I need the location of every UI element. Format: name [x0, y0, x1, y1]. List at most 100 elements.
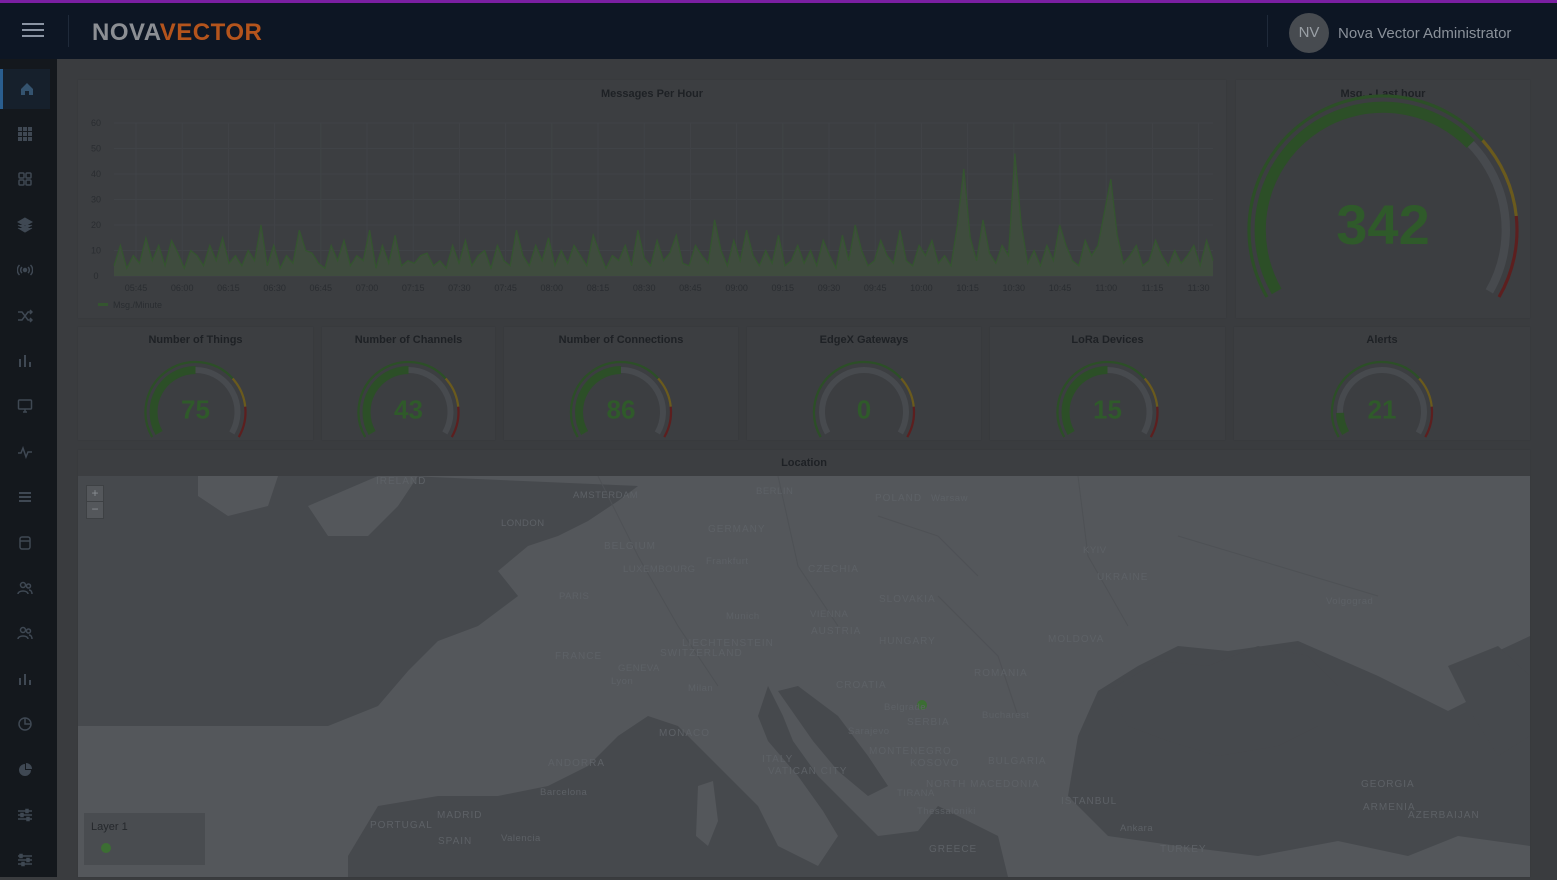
sidebar [0, 59, 57, 877]
x-tick-label: 08:00 [541, 283, 564, 293]
map-label-ukraine: UKRAINE [1097, 572, 1149, 583]
map-label-portugal: PORTUGAL [370, 820, 433, 831]
monitor-icon [17, 399, 33, 413]
messages-chart[interactable]: 0 10 20 30 40 50 60 05:45 06:00 06:15 06:30 06:45 07… [78, 80, 1226, 318]
x-tick-label: 07:45 [494, 283, 517, 293]
sidebar-item-settings-sliders[interactable] [0, 840, 50, 880]
zoom-out-button[interactable]: − [86, 501, 104, 519]
apps-icon [18, 172, 32, 186]
avatar[interactable]: NV [1289, 13, 1329, 53]
map-label-switzerland: SWITZERLAND [660, 648, 743, 659]
home-icon [20, 83, 33, 95]
sidebar-item-sliders[interactable] [0, 795, 50, 835]
map-label-ireland: IRELAND [376, 476, 427, 487]
user-name[interactable]: Nova Vector Administrator [1338, 25, 1511, 42]
sidebar-item-user-group[interactable] [0, 613, 50, 653]
sliders-icon [18, 808, 32, 822]
x-tick-label: 10:15 [956, 283, 979, 293]
stats-icon [19, 674, 31, 685]
map-label-north-macedonia: NORTH MACEDONIA [926, 779, 1040, 790]
stat-gauge: 86 [569, 360, 673, 438]
map-label-madrid: MADRID [437, 810, 483, 821]
layer-label: Layer 1 [91, 821, 128, 833]
y-tick-label: 10 [91, 246, 101, 256]
map-label-hungary: HUNGARY [879, 636, 936, 647]
sidebar-item-home[interactable] [0, 69, 50, 109]
stat-card: Number of Connections 86 [504, 327, 738, 440]
sidebar-item-activity[interactable] [0, 432, 50, 472]
map-label-frankfurt: Frankfurt [706, 556, 749, 567]
logo[interactable]: NOVAVECTOR [92, 19, 262, 47]
pie-outline-icon [18, 717, 32, 731]
stat-gauge: 21 [1330, 360, 1434, 438]
stat-card: LoRa Devices 15 [990, 327, 1225, 440]
map-label-sarajevo: Sarajevo [848, 726, 890, 737]
bar-chart-icon [19, 355, 31, 367]
map-label-kosovo: KOSOVO [910, 758, 960, 769]
map-label-geneva: GENEVA [618, 663, 660, 674]
divider [1267, 15, 1268, 47]
x-tick-label: 08:15 [587, 283, 610, 293]
settings-sliders-icon [18, 853, 32, 867]
y-tick-label: 60 [91, 118, 101, 128]
map-label-romania: ROMANIA [974, 668, 1028, 679]
x-tick-label: 09:45 [864, 283, 887, 293]
stat-gauge: 75 [144, 360, 247, 438]
sidebar-item-grid[interactable] [0, 114, 50, 154]
sidebar-item-database[interactable] [0, 523, 50, 563]
legend-swatch [98, 303, 108, 306]
users-icon [17, 581, 33, 595]
stat-card: Alerts 21 [1234, 327, 1530, 440]
gauge-value: 75 [181, 395, 210, 425]
sidebar-item-shuffle[interactable] [0, 296, 50, 336]
x-tick-label: 10:45 [1049, 283, 1072, 293]
sidebar-item-list[interactable] [0, 477, 50, 517]
map-label-georgia: GEORGIA [1361, 779, 1415, 790]
stat-gauge: 43 [357, 360, 460, 438]
layer-marker-icon [101, 843, 111, 853]
map-label-france: FRANCE [555, 651, 603, 662]
map-label-czechia: CZECHIA [808, 564, 859, 575]
map-label-austria: AUSTRIA [811, 626, 862, 637]
x-tick-label: 06:30 [263, 283, 286, 293]
y-tick-label: 40 [91, 169, 101, 179]
x-tick-label: 09:30 [818, 283, 841, 293]
sidebar-item-stats[interactable] [0, 659, 50, 699]
map-label-barcelona: Barcelona [540, 787, 588, 798]
top-bar: NOVAVECTOR NV Nova Vector Administrator [0, 0, 1557, 59]
sidebar-item-bar-chart[interactable] [0, 341, 50, 381]
map-label-valencia: Valencia [501, 833, 541, 844]
menu-icon[interactable] [22, 23, 44, 39]
x-tick-label: 09:15 [772, 283, 795, 293]
user-group-icon [17, 626, 33, 640]
map-label-paris: PARIS [559, 591, 590, 602]
shuffle-icon [18, 309, 33, 323]
map-label-spain: SPAIN [438, 836, 473, 847]
map-label-luxembourg: LUXEMBOURG [623, 564, 696, 575]
map-label-milan: Milan [688, 683, 714, 694]
sidebar-item-users[interactable] [0, 568, 50, 608]
map-label-vienna: VIENNA [810, 609, 849, 620]
sidebar-item-monitor[interactable] [0, 386, 50, 426]
gauge-value: 21 [1368, 395, 1397, 425]
sidebar-item-broadcast[interactable] [0, 250, 50, 290]
map-layer-legend[interactable]: Layer 1 [84, 813, 205, 865]
location-map[interactable]: IRELAND LONDON AMSTERDAM BERLIN POLAND Warsaw… [78, 476, 1530, 877]
sidebar-item-pie-chart[interactable] [0, 750, 50, 790]
x-tick-label: 10:00 [910, 283, 933, 293]
sidebar-item-apps[interactable] [0, 159, 50, 199]
y-tick-label: 0 [93, 271, 98, 281]
sidebar-item-layers[interactable] [0, 205, 50, 245]
database-icon [19, 536, 31, 550]
sidebar-item-pie-outline[interactable] [0, 704, 50, 744]
series-area [114, 153, 1213, 276]
map-label-belgrade: Belgrade [884, 702, 927, 713]
main-content: Messages Per Hour 0 10 20 30 40 50 60 05:45 06:0… [57, 59, 1557, 877]
map-label-montenegro: MONTENEGRO [869, 746, 952, 757]
map-label-croatia: CROATIA [836, 680, 887, 691]
y-tick-label: 30 [91, 195, 101, 205]
stat-gauge: 0 [812, 360, 916, 438]
map-label-azerbaijan: AZERBAIJAN [1408, 810, 1480, 821]
x-tick-label: 09:00 [725, 283, 748, 293]
map-label-italy: ITALY [762, 754, 794, 765]
